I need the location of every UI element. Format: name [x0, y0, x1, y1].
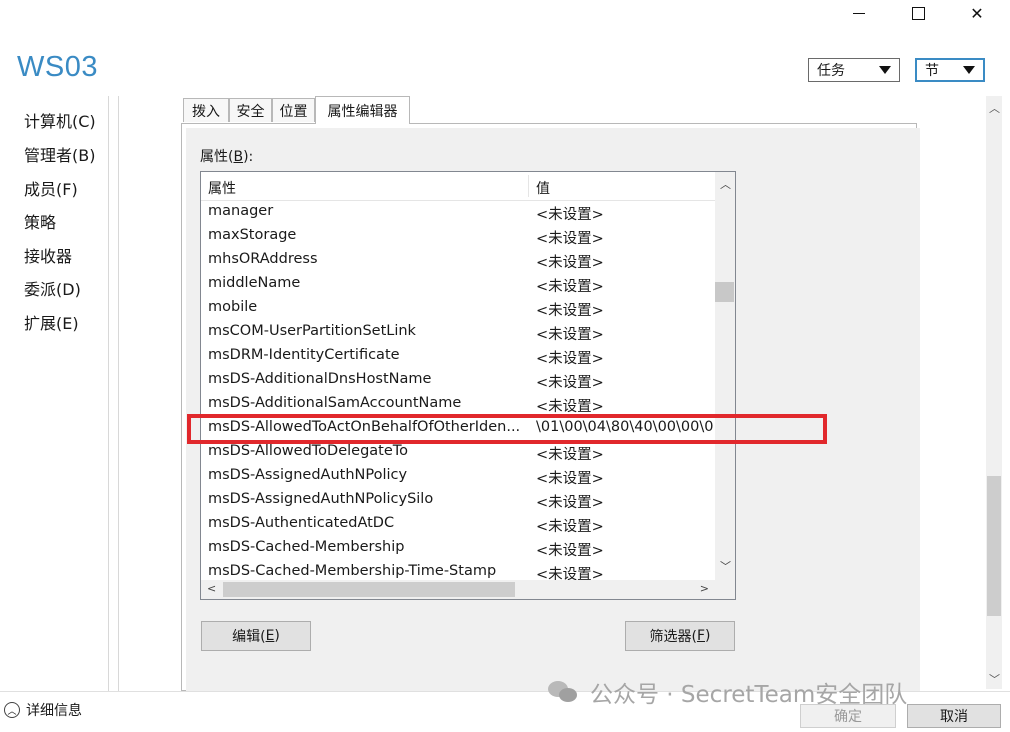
column-header-value[interactable]: 值	[536, 178, 550, 198]
tab-dialin[interactable]: 拨入	[183, 98, 229, 122]
column-header-attribute[interactable]: 属性	[208, 178, 236, 198]
list-item[interactable]: msDS-AdditionalSamAccountName <未设置>	[201, 392, 715, 416]
list-vertical-scrollbar[interactable]: ︿ ﹀	[715, 172, 735, 582]
nav-item-extensions[interactable]: 扩展(E)	[24, 310, 79, 334]
list-item[interactable]: msDS-Cached-Membership <未设置>	[201, 536, 715, 560]
list-horizontal-scrollbar-thumb[interactable]	[223, 582, 515, 597]
tasks-dropdown[interactable]: 任务	[808, 58, 900, 82]
list-item[interactable]: middleName <未设置>	[201, 272, 715, 296]
details-label: 详细信息	[26, 703, 82, 719]
nav-item-delegation[interactable]: 委派(D)	[24, 276, 81, 300]
attributes-label: 属性(B):	[200, 149, 254, 165]
nav-item-computer[interactable]: 计算机(C)	[24, 108, 96, 132]
edit-button[interactable]: 编辑(E)	[201, 621, 311, 651]
nav-item-members[interactable]: 成员(F)	[24, 176, 78, 200]
close-button[interactable]: ✕	[948, 0, 1006, 26]
divider	[118, 96, 119, 691]
list-item[interactable]: msDS-AuthenticatedAtDC <未设置>	[201, 512, 715, 536]
scrollbar-corner	[715, 580, 735, 599]
chevron-down-icon	[963, 66, 975, 74]
tab-attribute-editor[interactable]: 属性编辑器	[315, 96, 410, 124]
list-item[interactable]: msDS-AllowedToDelegateTo <未设置>	[201, 440, 715, 464]
section-dropdown-label: 节	[925, 63, 939, 79]
maximize-icon	[911, 6, 925, 20]
details-toggle[interactable]: ︿ 详细信息	[4, 700, 82, 720]
close-icon: ✕	[970, 3, 984, 23]
attributes-list[interactable]: 属性 值 manager <未设置> maxStorage <未设置> mhsORA…	[200, 171, 736, 600]
page-scrollbar[interactable]: ︿ ﹀	[986, 96, 1002, 689]
scroll-down-icon[interactable]: ﹀	[720, 558, 731, 574]
window-title: WS03	[17, 51, 98, 83]
list-item[interactable]: mhsORAddress <未设置>	[201, 248, 715, 272]
list-vertical-scrollbar-thumb[interactable]	[715, 282, 734, 302]
page-scrollbar-thumb[interactable]	[987, 476, 1001, 616]
column-separator[interactable]	[528, 175, 529, 197]
list-item[interactable]: manager <未设置>	[201, 200, 715, 224]
list-item[interactable]: maxStorage <未设置>	[201, 224, 715, 248]
list-item[interactable]: mobile <未设置>	[201, 296, 715, 320]
cancel-button[interactable]: 取消	[907, 704, 1001, 728]
list-item[interactable]: msDS-AssignedAuthNPolicySilo <未设置>	[201, 488, 715, 512]
tasks-dropdown-label: 任务	[817, 63, 845, 79]
divider	[108, 96, 109, 691]
scroll-up-icon[interactable]: ︿	[720, 176, 731, 192]
tab-security[interactable]: 安全	[229, 98, 272, 122]
list-horizontal-scrollbar[interactable]: < >	[201, 580, 715, 599]
wechat-icon	[548, 681, 578, 703]
list-item[interactable]: msDRM-IdentityCertificate <未设置>	[201, 344, 715, 368]
list-header: 属性 值	[201, 172, 715, 201]
left-nav: 计算机(C) 管理者(B) 成员(F) 策略 接收器 委派(D) 扩展(E)	[0, 96, 118, 691]
list-item[interactable]: msDS-AssignedAuthNPolicy <未设置>	[201, 464, 715, 488]
scroll-up-icon[interactable]: ︿	[989, 100, 1000, 116]
tab-location[interactable]: 位置	[272, 98, 315, 122]
scroll-right-icon[interactable]: >	[700, 582, 709, 595]
nav-item-receiver[interactable]: 接收器	[24, 243, 72, 267]
nav-item-policy[interactable]: 策略	[24, 209, 56, 233]
list-item[interactable]: msDS-AdditionalDnsHostName <未设置>	[201, 368, 715, 392]
ok-button[interactable]: 确定	[800, 704, 896, 728]
chevron-down-icon	[879, 66, 891, 74]
scroll-down-icon[interactable]: ﹀	[989, 671, 1000, 687]
list-item-selected[interactable]: msDS-AllowedToActOnBehalfOfOtherIden... \…	[201, 416, 715, 440]
section-dropdown[interactable]: 节	[915, 58, 985, 82]
minimize-icon	[853, 12, 865, 14]
maximize-button[interactable]	[889, 0, 947, 26]
list-item[interactable]: msCOM-UserPartitionSetLink <未设置>	[201, 320, 715, 344]
nav-item-manager[interactable]: 管理者(B)	[24, 142, 95, 166]
scroll-left-icon[interactable]: <	[207, 582, 216, 595]
filter-button[interactable]: 筛选器(F)	[625, 621, 735, 651]
minimize-button[interactable]	[830, 0, 888, 26]
chevron-up-circle-icon: ︿	[4, 702, 20, 718]
